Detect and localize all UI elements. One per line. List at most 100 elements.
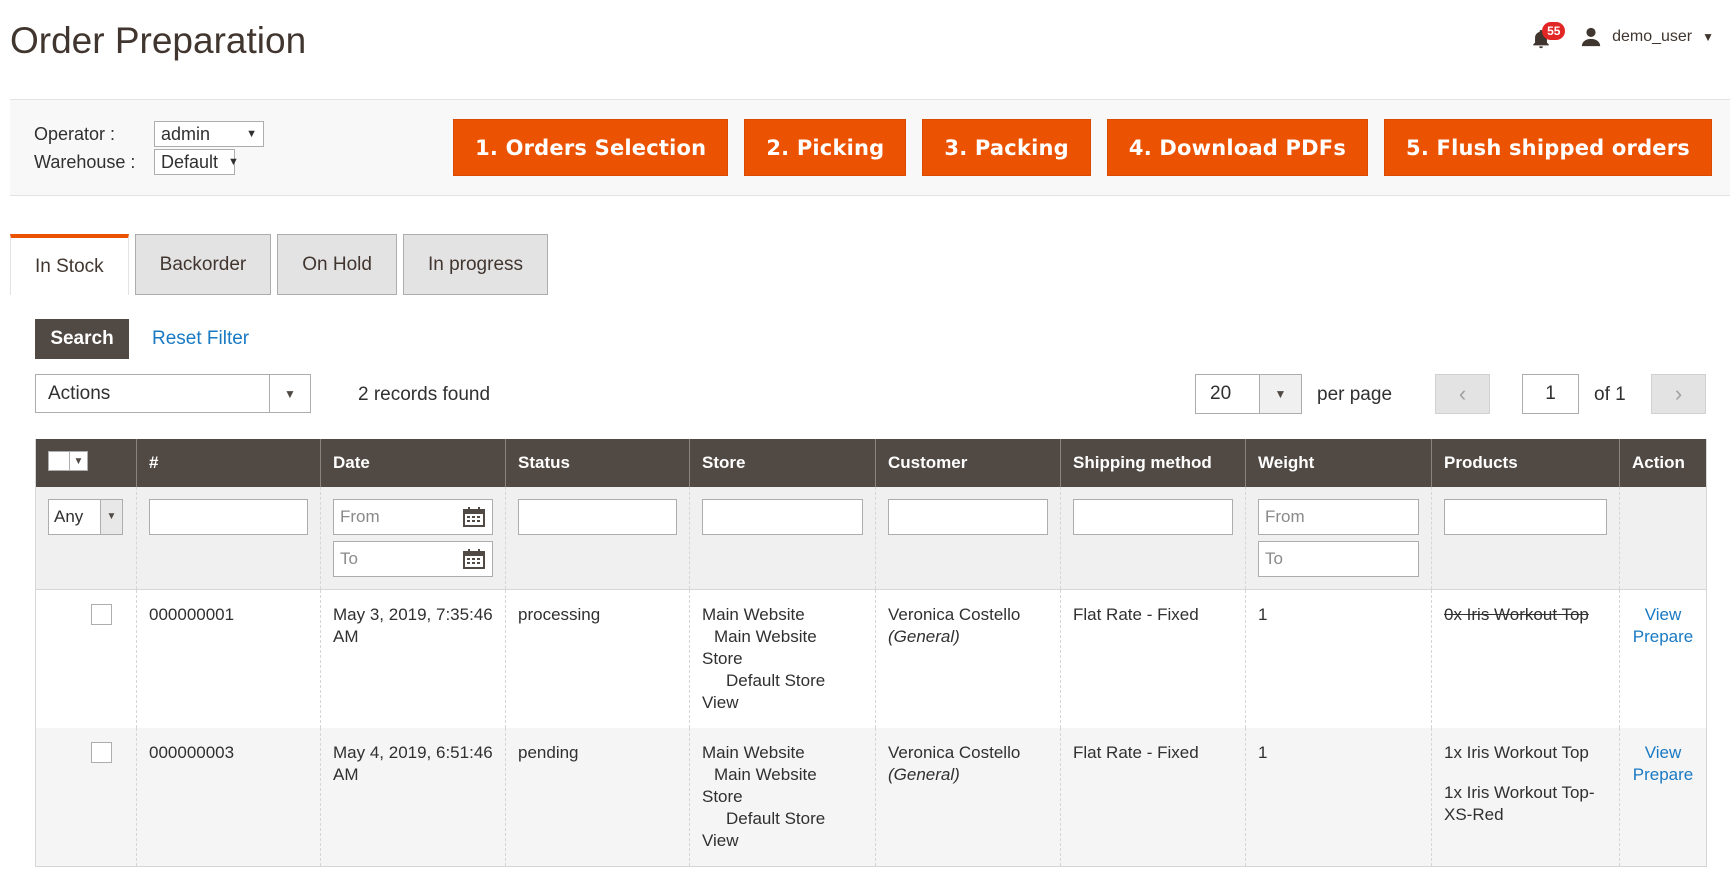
order-date-cell: May 4, 2019, 6:51:46 AM <box>320 728 506 867</box>
tab-in-stock[interactable]: In Stock <box>10 234 129 295</box>
filter-row: Any ▼ From To From To <box>35 487 1707 590</box>
order-weight-cell: 1 <box>1245 589 1432 728</box>
username: demo_user <box>1612 28 1693 45</box>
orders-grid: ▼ # Date Status Store Customer Shipping … <box>35 439 1707 867</box>
date-from-input[interactable]: From <box>333 499 493 535</box>
column-header-customer[interactable]: Customer <box>875 439 1061 487</box>
column-header-shipping-method[interactable]: Shipping method <box>1060 439 1246 487</box>
store-view-line1: Default Store <box>726 671 826 690</box>
date-to-input[interactable]: To <box>333 541 493 577</box>
table-row: 000000003 May 4, 2019, 6:51:46 AM pendin… <box>35 728 1707 867</box>
column-header-action: Action <box>1619 439 1707 487</box>
dropdown-arrow-icon: ▼ <box>1259 375 1301 413</box>
column-header-store[interactable]: Store <box>689 439 876 487</box>
view-link[interactable]: View <box>1645 743 1682 762</box>
order-action-cell: View Prepare <box>1619 728 1707 867</box>
tab-backorder[interactable]: Backorder <box>134 234 272 295</box>
column-header-weight[interactable]: Weight <box>1245 439 1432 487</box>
warehouse-select[interactable]: Default ▼ <box>154 149 239 175</box>
chevron-right-icon: › <box>1674 381 1683 406</box>
table-row: 000000001 May 3, 2019, 7:35:46 AM proces… <box>35 589 1707 728</box>
order-weight-cell: 1 <box>1245 728 1432 867</box>
weight-to-input[interactable]: To <box>1258 541 1419 577</box>
order-id-cell: 000000003 <box>136 728 321 867</box>
admin-header-actions: 55 demo_user ▼ <box>1530 22 1714 52</box>
actions-label: Actions <box>48 382 111 404</box>
store-filter-input[interactable] <box>702 499 863 535</box>
order-id-cell: 000000001 <box>136 589 321 728</box>
per-page-label: per page <box>1317 384 1393 405</box>
shipping-method-filter-input[interactable] <box>1073 499 1233 535</box>
customer-group: (General) <box>888 627 960 646</box>
notifications-button[interactable]: 55 <box>1530 22 1566 52</box>
customer-name: Veronica Costello <box>888 743 1021 762</box>
prepare-link[interactable]: Prepare <box>1633 627 1693 646</box>
per-page-value: 20 <box>1210 383 1232 404</box>
tab-in-progress[interactable]: In progress <box>402 234 549 295</box>
store-view-line2: View <box>702 693 739 712</box>
order-shipping-cell: Flat Rate - Fixed <box>1060 589 1246 728</box>
customer-name: Veronica Costello <box>888 605 1021 624</box>
product-line: 0x Iris Workout Top <box>1444 605 1589 624</box>
column-header-status[interactable]: Status <box>505 439 690 487</box>
calendar-icon[interactable] <box>463 507 485 527</box>
customer-group: (General) <box>888 765 960 784</box>
store-website: Main Website <box>702 605 805 624</box>
download-pdfs-button[interactable]: 4. Download PDFs <box>1106 119 1369 176</box>
order-products-cell: 0x Iris Workout Top <box>1431 589 1620 728</box>
flush-shipped-orders-button[interactable]: 5. Flush shipped orders <box>1384 119 1712 176</box>
page-number-input[interactable]: 1 <box>1522 374 1579 414</box>
store-view-line1: Default Store <box>726 809 826 828</box>
per-page-select[interactable]: 20 ▼ <box>1195 374 1302 414</box>
order-tabs: In Stock Backorder On Hold In progress <box>10 234 549 295</box>
order-products-cell: 1x Iris Workout Top 1x Iris Workout Top-… <box>1431 728 1620 867</box>
next-page-button[interactable]: › <box>1651 374 1706 414</box>
notifications-badge: 55 <box>1542 22 1566 40</box>
column-header-id[interactable]: # <box>136 439 321 487</box>
mass-select-header: ▼ <box>35 439 137 487</box>
dropdown-arrow-icon: ▼ <box>100 500 122 534</box>
packing-button[interactable]: 3. Packing <box>922 119 1091 176</box>
warehouse-value: Default <box>161 151 219 172</box>
product-line: 1x Iris Workout Top-XS-Red <box>1444 783 1595 824</box>
store-name-line1: Main Website <box>714 765 817 784</box>
status-filter-input[interactable] <box>518 499 677 535</box>
operator-label: Operator : <box>34 123 116 144</box>
orders-selection-button[interactable]: 1. Orders Selection <box>453 119 729 176</box>
chevron-down-icon: ▼ <box>1702 30 1714 44</box>
records-found: 2 records found <box>358 384 491 405</box>
column-header-products[interactable]: Products <box>1431 439 1620 487</box>
page-count: of 1 <box>1594 384 1626 405</box>
user-icon <box>1581 27 1601 47</box>
view-link[interactable]: View <box>1645 605 1682 624</box>
column-header-date[interactable]: Date <box>320 439 506 487</box>
operator-select[interactable]: admin ▼ <box>154 121 264 147</box>
prepare-link[interactable]: Prepare <box>1633 765 1693 784</box>
previous-page-button[interactable]: ‹ <box>1435 374 1490 414</box>
row-checkbox[interactable] <box>91 742 112 763</box>
tab-on-hold[interactable]: On Hold <box>277 234 397 295</box>
dropdown-arrow-icon: ▼ <box>228 156 239 168</box>
order-shipping-cell: Flat Rate - Fixed <box>1060 728 1246 867</box>
mass-actions-select[interactable]: Actions ▼ <box>35 374 311 413</box>
order-date-cell: May 3, 2019, 7:35:46 AM <box>320 589 506 728</box>
user-menu[interactable]: demo_user ▼ <box>1580 26 1714 48</box>
products-filter-input[interactable] <box>1444 499 1607 535</box>
picking-button[interactable]: 2. Picking <box>744 119 907 176</box>
select-filter[interactable]: Any ▼ <box>48 499 123 535</box>
date-to-placeholder: To <box>340 549 358 568</box>
row-checkbox[interactable] <box>91 604 112 625</box>
mass-select-checkbox[interactable]: ▼ <box>48 451 88 471</box>
reset-filter-link[interactable]: Reset Filter <box>152 328 249 350</box>
order-customer-cell: Veronica Costello (General) <box>875 589 1061 728</box>
id-filter-input[interactable] <box>149 499 308 535</box>
weight-from-input[interactable]: From <box>1258 499 1419 535</box>
store-name-line2: Store <box>702 649 743 668</box>
customer-filter-input[interactable] <box>888 499 1048 535</box>
dropdown-arrow-icon: ▼ <box>269 375 310 412</box>
store-name-line2: Store <box>702 787 743 806</box>
page-title: Order Preparation <box>10 20 307 61</box>
calendar-icon[interactable] <box>463 549 485 569</box>
search-button[interactable]: Search <box>35 319 129 359</box>
operator-value: admin <box>161 123 211 144</box>
